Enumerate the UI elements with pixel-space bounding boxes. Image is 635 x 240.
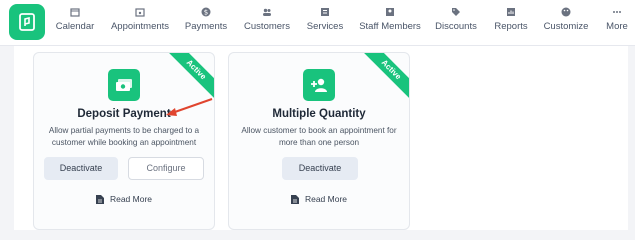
nav-customers[interactable]: Customers [244, 7, 290, 37]
report-icon [507, 8, 515, 16]
annotation-arrow-icon [166, 98, 213, 116]
top-navbar: Calendar Appointments $ Payments Custome… [0, 0, 635, 46]
nav-calendar[interactable]: Calendar [55, 7, 95, 37]
money-icon [108, 69, 140, 101]
nav-label: More [606, 21, 628, 32]
logo-icon [19, 13, 35, 31]
document-icon [95, 194, 104, 204]
appointments-icon [135, 8, 145, 17]
calendar-icon [70, 8, 80, 17]
dollar-icon: $ [201, 7, 211, 17]
card-description: Allow partial payments to be charged to … [48, 126, 200, 147]
nav-discounts[interactable]: Discounts [435, 7, 477, 37]
users-icon [263, 8, 271, 16]
nav-label: Payments [184, 21, 228, 32]
nav-label: Reports [494, 21, 528, 32]
add-user-icon [303, 69, 335, 101]
list-icon [321, 8, 329, 16]
active-badge: Active [357, 53, 409, 104]
nav-label: Services [306, 21, 344, 32]
card-description: Allow customer to book an appointment fo… [241, 126, 397, 147]
addon-card-multiple-quantity: Active Multiple Quantity Allow customer … [228, 52, 410, 230]
card-title: Multiple Quantity [272, 108, 366, 120]
more-icon [613, 11, 621, 13]
deactivate-button[interactable]: Deactivate [282, 157, 358, 180]
read-more-link[interactable]: Read More [229, 194, 409, 204]
palette-icon [561, 7, 571, 17]
nav-staff-members[interactable]: Staff Members [359, 7, 421, 37]
tag-icon [452, 8, 460, 16]
nav-label: Appointments [110, 21, 170, 32]
nav-label: Customers [244, 21, 290, 32]
nav-customize[interactable]: Customize [544, 7, 588, 37]
read-more-label: Read More [304, 194, 348, 204]
nav-reports[interactable]: Reports [494, 7, 528, 37]
nav-label: Customize [543, 21, 589, 32]
deactivate-button[interactable]: Deactivate [44, 157, 118, 180]
nav-label: Staff Members [359, 21, 421, 32]
app-logo[interactable] [9, 4, 45, 40]
nav-appointments[interactable]: Appointments [110, 7, 170, 37]
svg-text:$: $ [204, 9, 208, 17]
document-icon [290, 194, 299, 204]
nav-label: Calendar [55, 21, 95, 32]
nav-payments[interactable]: $ Payments [184, 7, 228, 37]
staff-icon [386, 8, 394, 16]
read-more-link[interactable]: Read More [34, 194, 214, 204]
read-more-label: Read More [109, 194, 153, 204]
nav-services[interactable]: Services [306, 7, 344, 37]
nav-label: Discounts [435, 21, 477, 32]
nav-more[interactable]: More [604, 7, 630, 37]
configure-button[interactable]: Configure [128, 157, 204, 180]
addon-card-deposit-payment: Active Deposit Payment Allow partial pay… [33, 52, 215, 230]
